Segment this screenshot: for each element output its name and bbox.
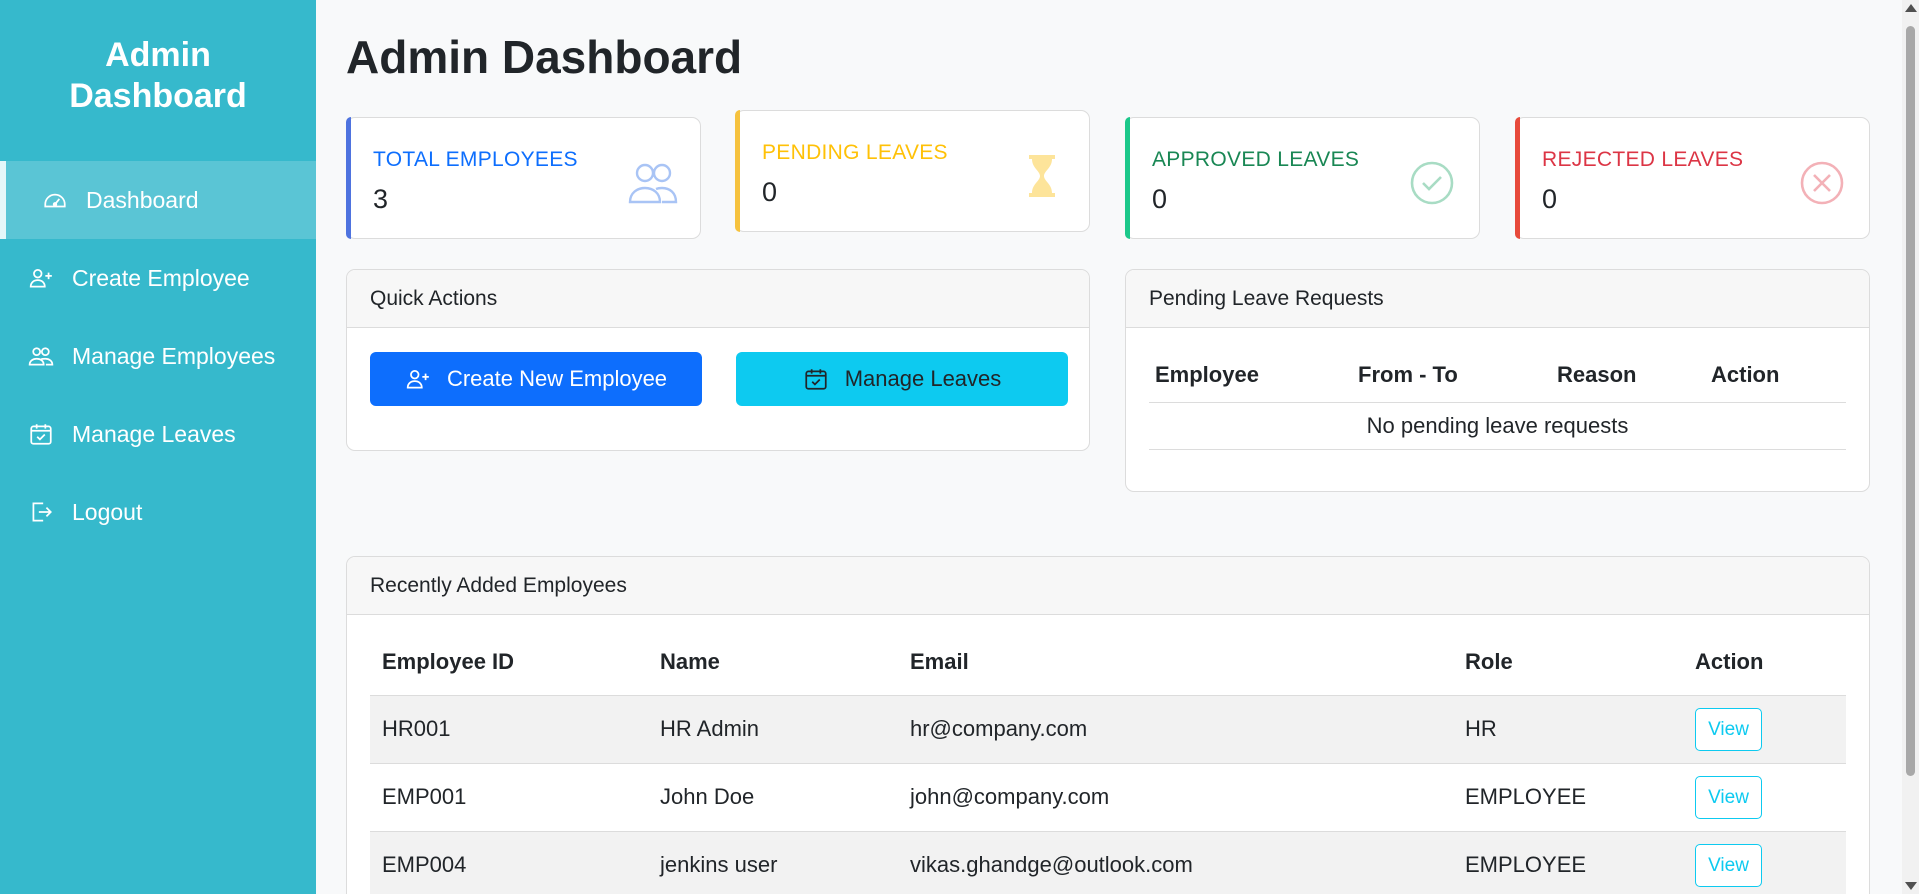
column-header: Name — [648, 629, 898, 696]
table-row: No pending leave requests — [1149, 402, 1846, 450]
stat-card-pending-leaves: PENDING LEAVES 0 — [735, 110, 1090, 232]
sidebar-item-label: Manage Employees — [72, 342, 276, 369]
stat-label: PENDING LEAVES — [762, 141, 948, 164]
check-circle-icon — [1407, 160, 1457, 206]
column-header: From - To — [1352, 348, 1551, 403]
page-title: Admin Dashboard — [346, 31, 743, 83]
column-header: Action — [1683, 629, 1846, 696]
sidebar: Admin Dashboard Dashboard Create Employe… — [0, 0, 316, 894]
employee-id-cell: HR001 — [370, 695, 648, 764]
people-icon — [628, 160, 678, 206]
card-header: Pending Leave Requests — [1126, 270, 1869, 328]
employee-name-cell: HR Admin — [648, 695, 898, 764]
employee-id-cell: EMP001 — [370, 763, 648, 832]
view-button[interactable]: View — [1695, 775, 1762, 819]
table-row: HR001 HR Admin hr@company.com HR View — [370, 695, 1846, 764]
stat-label: TOTAL EMPLOYEES — [373, 148, 578, 171]
empty-message: No pending leave requests — [1149, 402, 1846, 450]
employee-email-cell: vikas.ghandge@outlook.com — [898, 831, 1453, 894]
stat-value: 0 — [762, 177, 778, 207]
employee-name-cell: jenkins user — [648, 831, 898, 894]
pending-leave-requests-card: Pending Leave Requests Employee From - T… — [1125, 269, 1870, 492]
stat-card-approved-leaves: APPROVED LEAVES 0 — [1125, 117, 1480, 239]
create-new-employee-button[interactable]: Create New Employee — [370, 352, 702, 406]
person-plus-icon — [405, 366, 431, 392]
manage-leaves-button[interactable]: Manage Leaves — [736, 352, 1068, 406]
people-icon — [28, 343, 54, 369]
calendar-check-icon — [28, 421, 54, 447]
sidebar-brand: Admin Dashboard — [0, 0, 316, 161]
action-cell: View — [1683, 763, 1846, 832]
hourglass-icon — [1017, 153, 1067, 199]
employee-role-cell: EMPLOYEE — [1453, 763, 1683, 832]
speedometer-icon — [42, 187, 68, 213]
sidebar-item-dashboard[interactable]: Dashboard — [0, 161, 316, 239]
table-row: EMP001 John Doe john@company.com EMPLOYE… — [370, 763, 1846, 832]
sidebar-item-create-employee[interactable]: Create Employee — [0, 239, 316, 317]
column-header: Employee — [1149, 348, 1352, 403]
scroll-up-arrow-icon[interactable] — [1905, 4, 1917, 12]
column-header: Email — [898, 629, 1453, 696]
stat-value: 0 — [1542, 184, 1558, 214]
sidebar-item-manage-leaves[interactable]: Manage Leaves — [0, 395, 316, 473]
action-cell: View — [1683, 695, 1846, 764]
stat-card-rejected-leaves: REJECTED LEAVES 0 — [1515, 117, 1870, 239]
stat-card-total-employees: TOTAL EMPLOYEES 3 — [346, 117, 701, 239]
view-button[interactable]: View — [1695, 843, 1762, 887]
action-cell: View — [1683, 831, 1846, 894]
calendar-check-icon — [803, 366, 829, 392]
card-header: Quick Actions — [347, 270, 1089, 328]
recent-employees-card: Recently Added Employees Employee ID Nam… — [346, 556, 1870, 894]
sidebar-item-label: Dashboard — [86, 186, 199, 213]
sidebar-item-label: Logout — [72, 498, 143, 525]
stat-label: APPROVED LEAVES — [1152, 148, 1360, 171]
sidebar-item-label: Create Employee — [72, 264, 250, 291]
column-header: Reason — [1551, 348, 1705, 403]
employee-email-cell: john@company.com — [898, 763, 1453, 832]
employee-name-cell: John Doe — [648, 763, 898, 832]
column-header: Employee ID — [370, 629, 648, 696]
view-button[interactable]: View — [1695, 707, 1762, 751]
pending-requests-table: Employee From - To Reason Action No pend… — [1149, 348, 1846, 450]
brand-line-1: Admin — [105, 36, 211, 74]
employee-role-cell: HR — [1453, 695, 1683, 764]
vertical-scrollbar[interactable] — [1902, 0, 1919, 894]
person-plus-icon — [28, 265, 54, 291]
stat-label: REJECTED LEAVES — [1542, 148, 1744, 171]
x-circle-icon — [1797, 160, 1847, 206]
card-header: Recently Added Employees — [347, 557, 1869, 615]
stat-value: 3 — [373, 184, 389, 214]
button-label: Create New Employee — [446, 366, 668, 391]
quick-actions-card: Quick Actions Create New Employee Manage… — [346, 269, 1090, 451]
sidebar-item-manage-employees[interactable]: Manage Employees — [0, 317, 316, 395]
sidebar-item-logout[interactable]: Logout — [0, 473, 316, 551]
employee-email-cell: hr@company.com — [898, 695, 1453, 764]
box-arrow-right-icon — [28, 499, 54, 525]
brand-line-2: Dashboard — [69, 77, 247, 115]
scroll-thumb[interactable] — [1906, 26, 1915, 776]
column-header: Action — [1705, 348, 1846, 403]
sidebar-item-label: Manage Leaves — [72, 420, 236, 447]
column-header: Role — [1453, 629, 1683, 696]
recent-employees-table: Employee ID Name Email Role Action HR001… — [370, 629, 1846, 894]
table-row: EMP004 jenkins user vikas.ghandge@outloo… — [370, 831, 1846, 894]
scroll-down-arrow-icon[interactable] — [1905, 882, 1917, 890]
stat-value: 0 — [1152, 184, 1168, 214]
employee-role-cell: EMPLOYEE — [1453, 831, 1683, 894]
employee-id-cell: EMP004 — [370, 831, 648, 894]
button-label: Manage Leaves — [844, 366, 1002, 391]
